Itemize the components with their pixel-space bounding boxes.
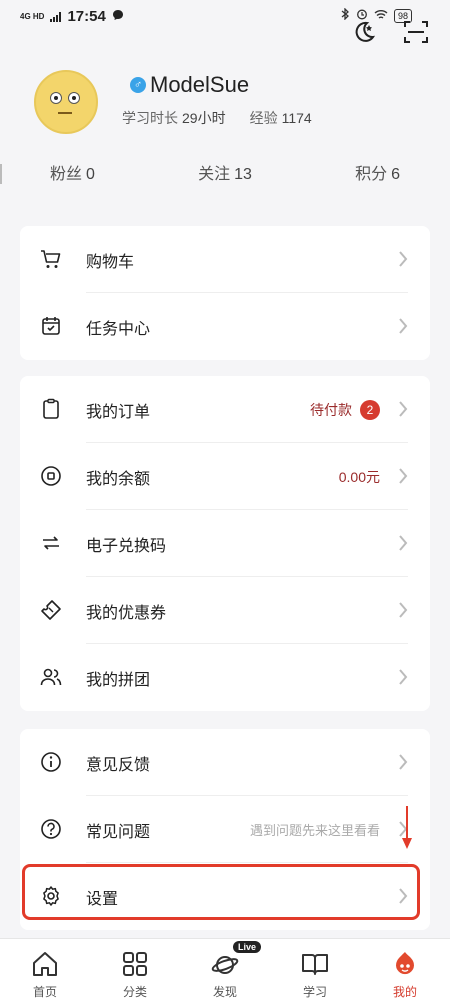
book-icon (300, 949, 330, 979)
menu-item-my-orders[interactable]: 我的订单 待付款 2 (20, 376, 430, 443)
study-time: 学习时长 29小时 (122, 110, 226, 126)
pending-payment-status: 待付款 2 (310, 400, 380, 420)
menu-item-feedback[interactable]: 意见反馈 (20, 729, 430, 796)
tab-home[interactable]: 首页 (0, 939, 90, 1001)
calendar-check-icon (40, 315, 62, 337)
counter-row: 粉丝 0 关注 13 积分 6 (0, 160, 450, 190)
question-icon (40, 818, 62, 840)
menu-item-label: 我的订单 (86, 404, 151, 421)
profile-header[interactable]: ♂ ModelSue 学习时长 29小时 经验 1174 (0, 60, 450, 150)
experience: 经验 1174 (249, 110, 312, 126)
wallet-coin-icon (40, 465, 62, 487)
tab-study[interactable]: 学习 (270, 939, 360, 1001)
faq-hint: 遇到问题先来这里看看 (249, 823, 380, 838)
chat-bubble-icon (112, 8, 124, 25)
tab-categories[interactable]: 分类 (90, 939, 180, 1001)
menu-item-label: 我的余额 (86, 471, 151, 488)
bluetooth-icon (340, 7, 350, 23)
menu-item-task-center[interactable]: 任务中心 (20, 293, 430, 360)
home-icon (30, 949, 60, 979)
menu-group-shopping: 购物车 任务中心 (20, 226, 430, 360)
count-badge: 2 (360, 400, 380, 420)
scan-icon[interactable] (402, 18, 430, 46)
chevron-right-icon (398, 601, 408, 619)
clipboard-icon (40, 398, 62, 420)
planet-icon (210, 949, 240, 979)
menu-item-label: 常见问题 (86, 824, 151, 841)
chevron-right-icon (398, 317, 408, 335)
menu-item-label: 我的优惠券 (86, 605, 167, 622)
menu-item-coupons[interactable]: 我的优惠券 (20, 577, 430, 644)
counter-points[interactable]: 积分 6 (355, 160, 400, 190)
mascot-icon (390, 949, 420, 979)
menu-item-label: 任务中心 (86, 321, 151, 338)
counter-following[interactable]: 关注 13 (198, 160, 252, 190)
menu-item-label: 意见反馈 (86, 757, 151, 774)
grid-icon (120, 949, 150, 979)
group-users-icon (40, 666, 62, 688)
balance-value: 0.00元 (338, 469, 380, 485)
info-icon (40, 751, 62, 773)
chevron-right-icon (398, 400, 408, 418)
signal-icon (50, 11, 62, 22)
live-tag: Live (233, 941, 262, 953)
menu-item-label: 设置 (86, 891, 119, 908)
chevron-right-icon (398, 250, 408, 268)
cart-icon (40, 248, 62, 270)
chevron-right-icon (398, 534, 408, 552)
chevron-right-icon (398, 467, 408, 485)
menu-item-settings[interactable]: 设置 (20, 863, 430, 930)
chevron-right-icon (398, 668, 408, 686)
menu-item-cart[interactable]: 购物车 (20, 226, 430, 293)
menu-item-redeem-code[interactable]: 电子兑换码 (20, 510, 430, 577)
menu-item-faq[interactable]: 常见问题 遇到问题先来这里看看 (20, 796, 430, 863)
menu-group-support: 意见反馈 常见问题 遇到问题先来这里看看 设置 (20, 729, 430, 930)
menu-item-label: 购物车 (86, 254, 135, 271)
male-gender-icon: ♂ (130, 77, 146, 93)
username: ModelSue (150, 72, 250, 97)
avatar[interactable] (34, 70, 98, 134)
bottom-tab-bar: 首页 分类 Live 发现 学习 我的 (0, 938, 450, 1001)
tab-me[interactable]: 我的 (360, 939, 450, 1001)
chevron-right-icon (398, 753, 408, 771)
network-indicator: 4G HD (20, 11, 45, 21)
ticket-icon (40, 599, 62, 621)
menu-item-balance[interactable]: 我的余额 0.00元 (20, 443, 430, 510)
exchange-arrows-icon (40, 532, 62, 554)
menu-item-group-buy[interactable]: 我的拼团 (20, 644, 430, 711)
tab-discover[interactable]: Live 发现 (180, 939, 270, 1001)
menu-item-label: 我的拼团 (86, 672, 151, 689)
status-time: 17:54 (67, 8, 106, 25)
menu-group-orders: 我的订单 待付款 2 我的余额 0.00元 电子兑换码 我的优惠券 我的拼团 (20, 376, 430, 711)
gear-icon (40, 885, 62, 907)
chevron-right-icon (398, 887, 408, 905)
down-arrow-annotation-icon (402, 806, 412, 849)
night-mode-icon[interactable] (350, 18, 378, 46)
menu-item-label: 电子兑换码 (86, 538, 167, 555)
counter-fans[interactable]: 粉丝 0 (50, 160, 95, 190)
